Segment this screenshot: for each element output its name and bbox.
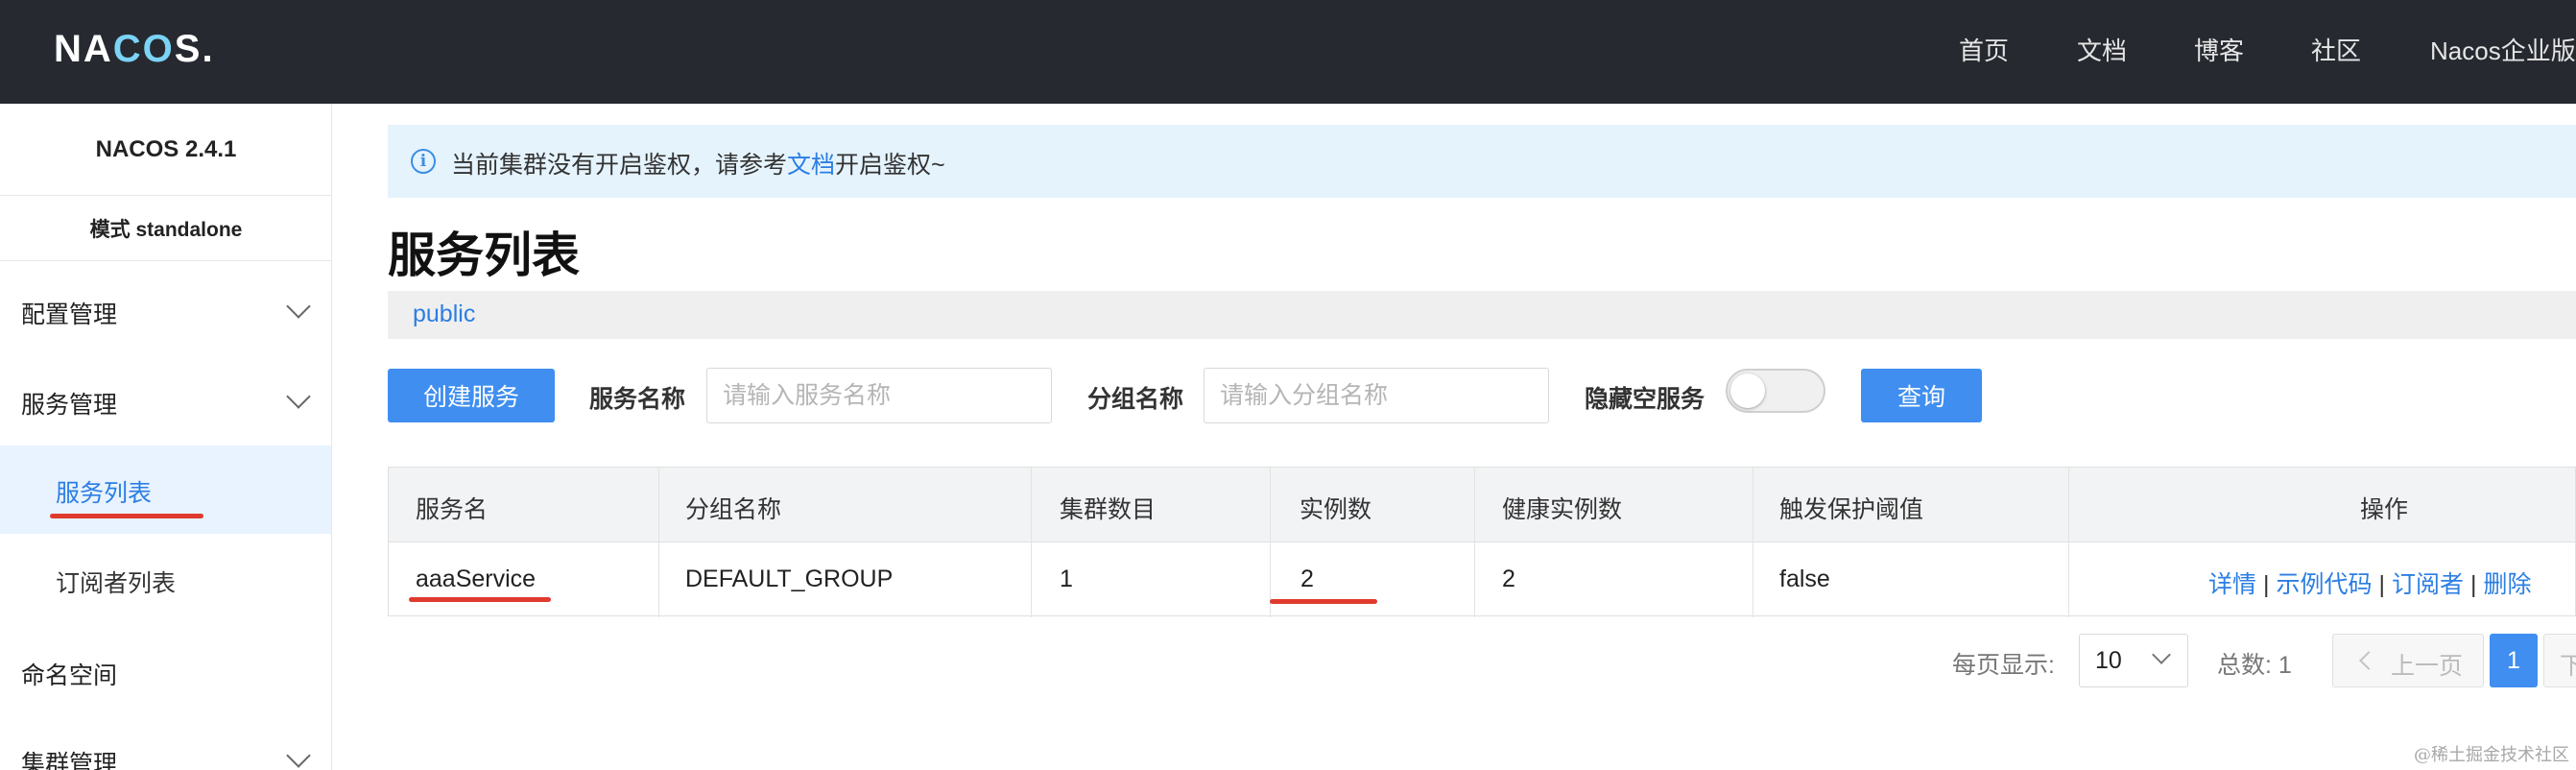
cell-healthy-count: 2: [1502, 565, 1515, 592]
column-divider: [1474, 468, 1475, 617]
mode-label: 模式 standalone: [0, 196, 332, 261]
create-service-button[interactable]: 创建服务: [388, 369, 555, 422]
sidebar: NACOS 2.4.1 模式 standalone 配置管理 服务管理 服务列表…: [0, 104, 332, 770]
per-page-label: 每页显示:: [1952, 652, 2055, 679]
prev-page-button[interactable]: 上一页: [2332, 634, 2484, 687]
version-label: NACOS 2.4.1: [0, 104, 332, 196]
cell-instance-count: 2: [1300, 565, 1314, 592]
col-healthy-count: 健康实例数: [1502, 496, 1623, 523]
annotation-underline: [409, 597, 551, 602]
namespace-bar: public: [388, 291, 2576, 339]
col-actions: 操作: [2360, 496, 2409, 523]
cell-actions: 详情 | 示例代码 | 订阅者 | 删除: [2208, 565, 2532, 600]
auth-notice: i 当前集群没有开启鉴权，请参考文档开启鉴权~: [388, 125, 2576, 198]
chevron-down-icon[interactable]: [286, 384, 311, 409]
query-button[interactable]: 查询: [1861, 369, 1982, 422]
col-instance-count: 实例数: [1300, 496, 1372, 523]
chevron-down-icon[interactable]: [286, 743, 311, 768]
cell-group-name: DEFAULT_GROUP: [685, 565, 894, 592]
hide-empty-label: 隐藏空服务: [1585, 386, 1705, 413]
hide-empty-toggle[interactable]: [1726, 369, 1825, 413]
total-label: 总数: 1: [2217, 652, 2292, 679]
service-name-label: 服务名称: [589, 386, 686, 413]
chevron-left-icon: [2359, 651, 2378, 670]
cell-protect-threshold: false: [1779, 565, 1830, 592]
nav-docs[interactable]: 文档: [2077, 32, 2127, 67]
sidebar-item-service-list[interactable]: 服务列表: [0, 445, 331, 534]
nav-home[interactable]: 首页: [1959, 32, 2009, 67]
annotation-underline: [50, 514, 203, 518]
namespace-public[interactable]: public: [413, 301, 475, 328]
separator: |: [2263, 571, 2270, 598]
sidebar-item-label: 服务列表: [56, 480, 153, 507]
column-divider: [2068, 468, 2069, 617]
subscribers-link[interactable]: 订阅者: [2392, 571, 2464, 598]
next-page-button[interactable]: 下: [2543, 634, 2576, 687]
service-table: 服务名 分组名称 集群数目 实例数 健康实例数 触发保护阈值 操作 aaaSer…: [388, 467, 2576, 617]
col-service-name: 服务名: [416, 496, 489, 523]
group-name-input[interactable]: [1204, 368, 1549, 423]
docs-link[interactable]: 文档: [787, 152, 835, 179]
cell-service-name: aaaService: [416, 565, 537, 592]
separator: |: [2470, 571, 2477, 598]
chevron-down-icon[interactable]: [286, 294, 311, 319]
column-divider: [1270, 468, 1271, 617]
nacos-logo[interactable]: NACOS.: [54, 21, 215, 77]
info-icon: i: [411, 149, 436, 174]
column-divider: [658, 468, 659, 617]
watermark: @稀土掘金技术社区: [2414, 745, 2569, 765]
notice-text: 当前集群没有开启鉴权，请参考文档开启鉴权~: [451, 152, 945, 179]
col-group-name: 分组名称: [685, 496, 782, 523]
sidebar-group-service[interactable]: 服务管理: [21, 386, 117, 421]
sidebar-group-namespace[interactable]: 命名空间: [21, 657, 117, 691]
annotation-underline: [1270, 599, 1377, 604]
per-page-value: 10: [2095, 647, 2122, 674]
prev-page-label: 上一页: [2391, 653, 2464, 680]
group-name-label: 分组名称: [1087, 386, 1184, 413]
top-header: NACOS. 首页 文档 博客 社区 Nacos企业版: [0, 0, 2576, 104]
logo-text: NACOS.: [54, 27, 215, 70]
delete-link[interactable]: 删除: [2484, 571, 2532, 598]
sample-code-link[interactable]: 示例代码: [2277, 571, 2373, 598]
page-title: 服务列表: [388, 229, 580, 282]
nav-community[interactable]: 社区: [2311, 32, 2361, 67]
service-name-input[interactable]: [706, 368, 1052, 423]
separator: |: [2378, 571, 2386, 598]
detail-link[interactable]: 详情: [2208, 571, 2256, 598]
nav-blog[interactable]: 博客: [2194, 32, 2244, 67]
chevron-down-icon: [2152, 645, 2171, 664]
per-page-select[interactable]: 10: [2079, 634, 2188, 687]
col-cluster-count: 集群数目: [1060, 496, 1157, 523]
column-divider: [1031, 468, 1032, 617]
nav-enterprise[interactable]: Nacos企业版: [2430, 32, 2576, 67]
sidebar-group-config[interactable]: 配置管理: [21, 296, 117, 330]
sidebar-group-cluster[interactable]: 集群管理: [21, 745, 117, 770]
page-1-button[interactable]: 1: [2490, 634, 2538, 687]
sidebar-item-subscribers[interactable]: 订阅者列表: [56, 565, 176, 599]
cell-cluster-count: 1: [1060, 565, 1073, 592]
toggle-knob: [1730, 373, 1765, 408]
col-protect-threshold: 触发保护阈值: [1779, 496, 1924, 523]
